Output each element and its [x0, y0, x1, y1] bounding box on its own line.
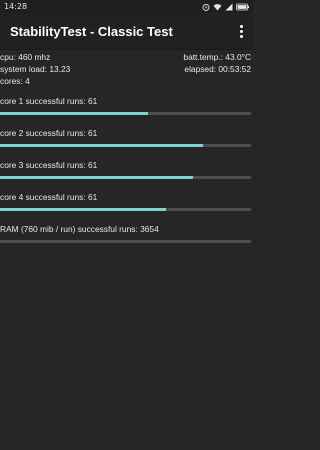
battery-temperature: batt.temp.: 43.0°C: [183, 52, 251, 62]
core-1-progress-fill: [0, 112, 149, 115]
status-icons: [202, 1, 250, 12]
system-load: system load: 13.23: [0, 64, 71, 74]
app-title: StabilityTest - Classic Test: [10, 24, 173, 39]
core-4-progress-fill: [0, 208, 166, 211]
core-4-label: core 4 successful runs: 61: [0, 192, 98, 202]
ram-label: RAM (760 mib / run) successful runs: 365…: [0, 224, 159, 234]
core-1-progress-track: [0, 112, 251, 115]
core-2-progress-track: [0, 144, 251, 147]
overflow-dots-icon[interactable]: [235, 21, 247, 41]
core-1-label: core 1 successful runs: 61: [0, 96, 98, 106]
ram-progress-track: [0, 240, 251, 243]
core-3-progress-fill: [0, 176, 194, 179]
status-bar: 14:28: [0, 0, 253, 13]
core-2-label: core 2 successful runs: 61: [0, 128, 98, 138]
status-time: 14:28: [4, 2, 28, 11]
core-2-progress-fill: [0, 144, 204, 147]
core-3-progress-track: [0, 176, 251, 179]
elapsed-time: elapsed: 00:53:52: [184, 64, 251, 74]
battery-icon: [236, 3, 249, 10]
app-bar: StabilityTest - Classic Test: [0, 13, 253, 50]
core-3-label: core 3 successful runs: 61: [0, 160, 98, 170]
core-4-progress-track: [0, 208, 251, 211]
wifi-icon: [213, 3, 222, 10]
signal-icon: [225, 3, 233, 10]
cores-count: cores: 4: [0, 76, 30, 86]
alarm-icon: [202, 3, 210, 11]
cpu-frequency: cpu: 460 mhz: [0, 52, 51, 62]
